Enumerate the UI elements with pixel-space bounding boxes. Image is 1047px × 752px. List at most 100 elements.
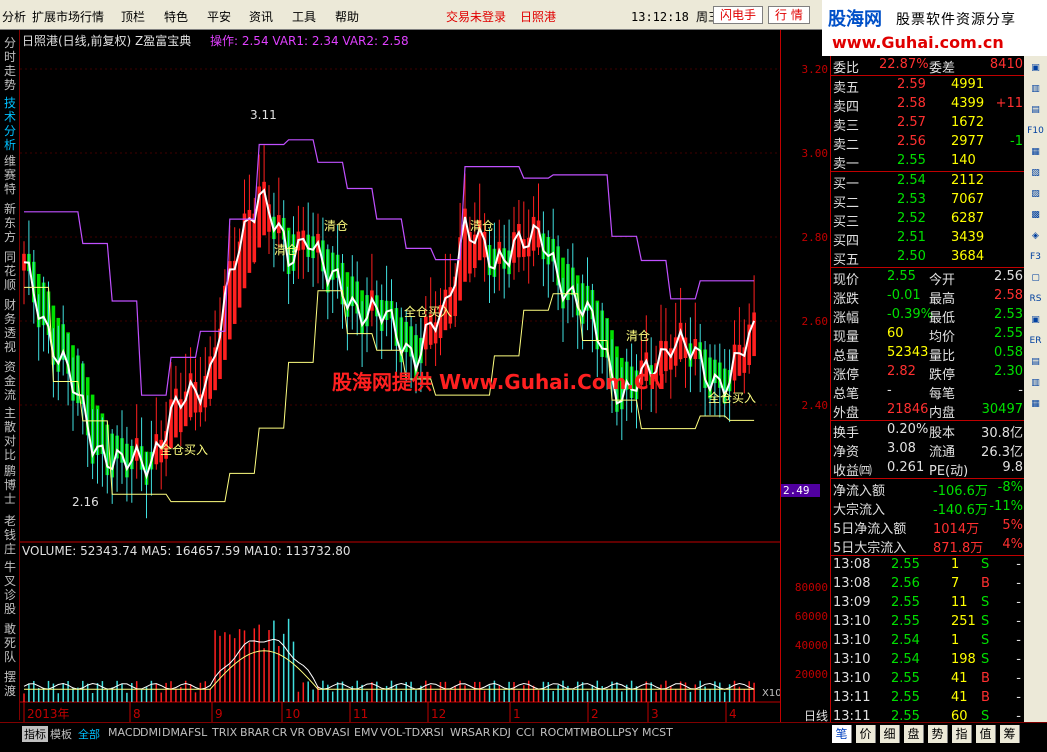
toolbar-icon-7[interactable]: ▩ <box>1027 207 1044 224</box>
indicator-tab-vol-tdx[interactable]: VOL-TDX <box>380 726 428 739</box>
quote-tab-6[interactable]: 值 <box>976 725 996 743</box>
flow-row: 净流入额 -106.6万 -8% <box>831 479 1025 499</box>
sell-signal-label: 清仓 <box>324 219 348 233</box>
indicator-tab-sar[interactable]: SAR <box>468 726 490 739</box>
trade-login-status[interactable]: 交易未登录 <box>446 8 506 25</box>
volume-ma10-line <box>24 650 755 690</box>
toolbar-icon-1[interactable]: ▥ <box>1027 81 1044 98</box>
stat-value: 2.55 <box>887 269 916 284</box>
left-tab-9[interactable]: 老钱庄 <box>3 514 17 556</box>
indicator-tab-boll[interactable]: BOLL <box>590 726 618 739</box>
stat-label: 现价 <box>833 273 860 288</box>
indicator-tab-emv[interactable]: EMV <box>354 726 378 739</box>
toolbar-icon-14[interactable]: ▤ <box>1027 354 1044 371</box>
toolbar-icon-0[interactable]: ▣ <box>1027 60 1044 77</box>
stat-value: 2.56 <box>994 269 1023 284</box>
tick-row: 13:11 2.55 41 B - <box>831 689 1025 708</box>
buy-signal-label: 全仓买入 <box>708 390 756 405</box>
indicator-tab-dmi[interactable]: DMI <box>140 726 161 739</box>
toolbar-icon-12[interactable]: ▣ <box>1027 312 1044 329</box>
left-tab-3[interactable]: 新东方 <box>3 202 17 244</box>
toolbar-icon-3[interactable]: F10 <box>1027 123 1044 140</box>
left-tab-7[interactable]: 主散对比 <box>3 406 17 462</box>
indicator-tab-cr[interactable]: CR <box>272 726 287 739</box>
toolbar-icon-13[interactable]: ER <box>1027 333 1044 350</box>
sell-signal-label: 清仓 <box>274 243 298 257</box>
toolbar-icon-9[interactable]: F3 <box>1027 249 1044 266</box>
menu-item-extended-market[interactable]: 扩展市场行情 <box>32 8 104 25</box>
left-tab-5[interactable]: 财务透视 <box>3 298 17 354</box>
left-tab-12[interactable]: 摆渡 <box>3 670 17 698</box>
flash-trade-button[interactable]: 闪电手 <box>713 6 764 24</box>
menu-item-news[interactable]: 资讯 <box>249 8 273 25</box>
indicator-tab-cci[interactable]: CCI <box>516 726 535 739</box>
bid-price: 2.52 <box>897 211 926 226</box>
kline-chart-area[interactable]: 3.11 2.16 清仓 清仓 清仓 清仓 全仓买入 全仓买入 全仓买入 2013年 8 9 10 11 1… <box>20 30 782 722</box>
left-tab-4[interactable]: 同花顺 <box>3 250 17 292</box>
indicator-tab-macd[interactable]: MACD <box>108 726 141 739</box>
quote-tab-3[interactable]: 盘 <box>904 725 924 743</box>
tick-time: 13:10 <box>833 614 871 629</box>
stat-value: - <box>1018 383 1023 398</box>
left-tab-11[interactable]: 敢死队 <box>3 622 17 664</box>
quote-button[interactable]: 行 情 <box>768 6 810 24</box>
stat-row: 外盘 21846 内盘 30497 <box>831 401 1025 421</box>
left-tab-1[interactable]: 技术分析 <box>3 96 17 152</box>
indicator-tab-dma[interactable]: DMA <box>162 726 188 739</box>
tick-volume: 41 <box>951 671 968 686</box>
toolbar-icon-16[interactable]: ▦ <box>1027 396 1044 413</box>
menu-item-features[interactable]: 特色 <box>164 8 188 25</box>
toolbar-icon-8[interactable]: ◈ <box>1027 228 1044 245</box>
x-axis-label: 11 <box>353 707 368 721</box>
ask-price: 2.57 <box>897 115 926 130</box>
toolbar-icon-11[interactable]: RS <box>1027 291 1044 308</box>
ask-volume: 1672 <box>951 115 985 130</box>
left-tab-2[interactable]: 维赛特 <box>3 154 17 196</box>
toolbar-icon-4[interactable]: ▦ <box>1027 144 1044 161</box>
menu-item-topbar[interactable]: 顶栏 <box>121 8 145 25</box>
toolbar-icon-10[interactable]: ▢ <box>1027 270 1044 287</box>
left-tab-8[interactable]: 鹏博士 <box>3 464 17 506</box>
menu-item-tools[interactable]: 工具 <box>292 8 316 25</box>
quote-tab-1[interactable]: 价 <box>856 725 876 743</box>
brand-url: www.Guhai.com.cn <box>832 33 1004 52</box>
bid-label: 买三 <box>833 215 860 230</box>
indicator-tab-mtm[interactable]: MTM <box>564 726 590 739</box>
stat-value: -0.01 <box>887 288 921 303</box>
indicator-tab-brar[interactable]: BRAR <box>240 726 270 739</box>
toolbar-icon-6[interactable]: ▨ <box>1027 186 1044 203</box>
indicator-tab-vr[interactable]: VR <box>290 726 305 739</box>
left-tab-6[interactable]: 资金流 <box>3 360 17 402</box>
quote-tab-4[interactable]: 势 <box>928 725 948 743</box>
tick-side: S <box>981 557 990 572</box>
indicator-tab-trix[interactable]: TRIX <box>212 726 237 739</box>
stat-label: 外盘 <box>833 406 860 421</box>
indicator-tab-psy[interactable]: PSY <box>618 726 638 739</box>
indicator-tab-fsl[interactable]: FSL <box>188 726 207 739</box>
toolbar-icon-15[interactable]: ▥ <box>1027 375 1044 392</box>
indicator-tab-wr[interactable]: WR <box>450 726 469 739</box>
indicator-tab-模板[interactable]: 模板 <box>50 726 72 742</box>
quote-tab-7[interactable]: 筹 <box>1000 725 1020 743</box>
indicator-tab-kdj[interactable]: KDJ <box>492 726 511 739</box>
left-tab-0[interactable]: 分时走势 <box>3 36 17 92</box>
indicator-tab-指标[interactable]: 指标 <box>22 726 48 742</box>
menu-item-analysis[interactable]: 分析 <box>2 8 26 25</box>
indicator-tab-全部[interactable]: 全部 <box>78 726 100 742</box>
weibi-row: 委比 22.87% 委差 8410 <box>831 56 1025 76</box>
menu-item-help[interactable]: 帮助 <box>335 8 359 25</box>
menu-item-pingan[interactable]: 平安 <box>207 8 231 25</box>
left-tab-10[interactable]: 牛叉诊股 <box>3 560 17 616</box>
indicator-tab-asi[interactable]: ASI <box>332 726 350 739</box>
tick-volume: 251 <box>951 614 976 629</box>
quote-tab-2[interactable]: 细 <box>880 725 900 743</box>
indicator-tab-rsi[interactable]: RSI <box>426 726 444 739</box>
quote-tab-5[interactable]: 指 <box>952 725 972 743</box>
tick-price: 2.55 <box>891 671 920 686</box>
indicator-tab-roc[interactable]: ROC <box>540 726 564 739</box>
quote-tab-0[interactable]: 笔 <box>832 725 852 743</box>
toolbar-icon-2[interactable]: ▤ <box>1027 102 1044 119</box>
indicator-tab-mcst[interactable]: MCST <box>642 726 673 739</box>
toolbar-icon-5[interactable]: ▧ <box>1027 165 1044 182</box>
indicator-tab-obv[interactable]: OBV <box>308 726 331 739</box>
